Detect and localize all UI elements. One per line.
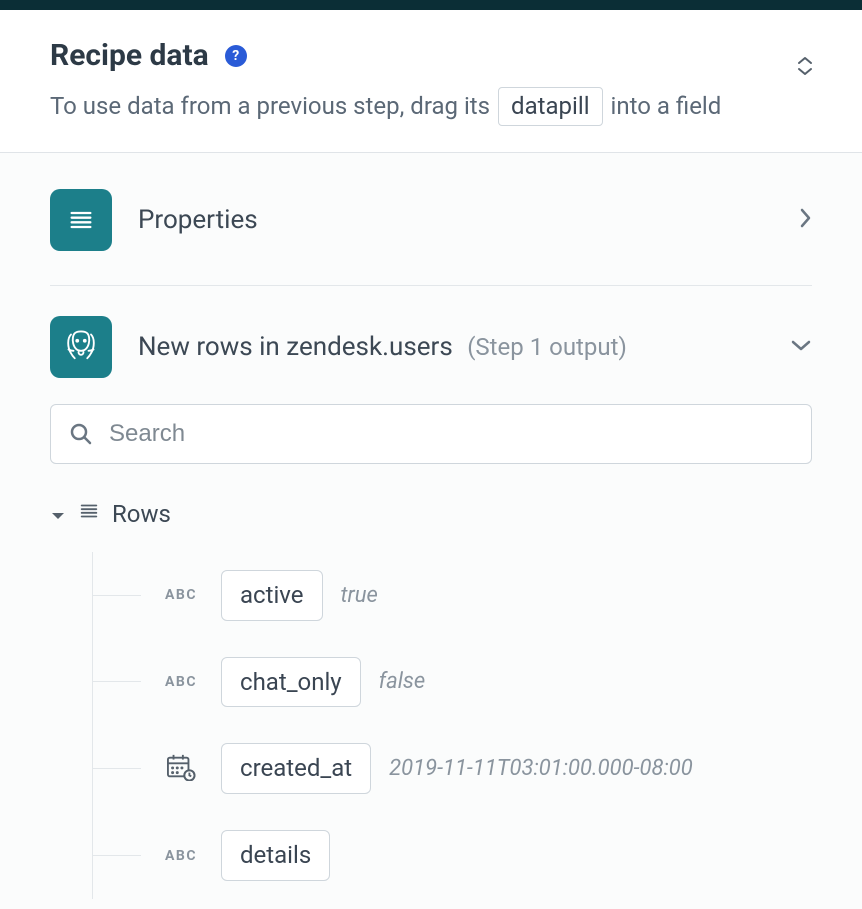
tree-branch <box>93 855 141 856</box>
postgresql-icon <box>50 316 112 378</box>
search-input[interactable] <box>107 419 793 449</box>
section-step1-meta: (Step 1 output) <box>467 333 627 361</box>
help-icon[interactable]: ? <box>225 45 247 67</box>
list-icon <box>78 500 100 528</box>
type-badge-abc: ABC <box>159 848 203 864</box>
search-field[interactable] <box>50 404 812 464</box>
section-step1-label: New rows in zendesk.users (Step 1 output… <box>138 332 764 362</box>
top-bar <box>0 0 862 10</box>
field-row: ABC active true <box>93 552 812 639</box>
sample-value: true <box>341 583 378 608</box>
field-row: ABC chat_only false <box>93 639 812 726</box>
tree-branch <box>93 595 141 596</box>
section-properties[interactable]: Properties <box>50 185 812 285</box>
tree-children: ABC active true ABC chat_only false <box>92 552 812 899</box>
tree-root: Rows ABC active true ABC chat_only false <box>50 500 812 909</box>
caret-down-icon <box>50 500 66 528</box>
datapill-chat-only[interactable]: chat_only <box>221 657 361 708</box>
header-subtext: To use data from a previous step, drag i… <box>50 87 812 126</box>
datapill-details[interactable]: details <box>221 830 330 881</box>
chevron-right-icon <box>798 207 812 233</box>
tree-branch <box>93 681 141 682</box>
type-badge-abc: ABC <box>159 674 203 690</box>
field-row: created_at 2019-11-11T03:01:00.000-08:00 <box>93 725 812 812</box>
subtext-after: into a field <box>611 88 722 124</box>
section-properties-label: Properties <box>138 205 772 235</box>
expand-collapse-toggle[interactable] <box>796 52 814 80</box>
tree-rows-header[interactable]: Rows <box>50 500 812 528</box>
section-step1[interactable]: New rows in zendesk.users (Step 1 output… <box>50 286 812 404</box>
properties-icon <box>50 189 112 251</box>
type-badge-date <box>159 753 203 785</box>
panel-header: Recipe data ? To use data from a previou… <box>0 10 862 153</box>
page-title: Recipe data <box>50 38 209 73</box>
datapill-active[interactable]: active <box>221 570 323 621</box>
search-icon <box>69 422 93 446</box>
datapill-created-at[interactable]: created_at <box>221 743 371 794</box>
tree-root-label: Rows <box>112 500 171 528</box>
type-badge-abc: ABC <box>159 587 203 603</box>
subtext-before: To use data from a previous step, drag i… <box>50 88 490 124</box>
datapill-example: datapill <box>498 87 602 126</box>
sample-value: 2019-11-11T03:01:00.000-08:00 <box>389 756 693 781</box>
panel-body: Properties New rows in zendesk.users (St… <box>0 153 862 909</box>
chevron-down-icon <box>790 337 812 356</box>
tree-branch <box>93 768 141 769</box>
sample-value: false <box>379 669 426 694</box>
